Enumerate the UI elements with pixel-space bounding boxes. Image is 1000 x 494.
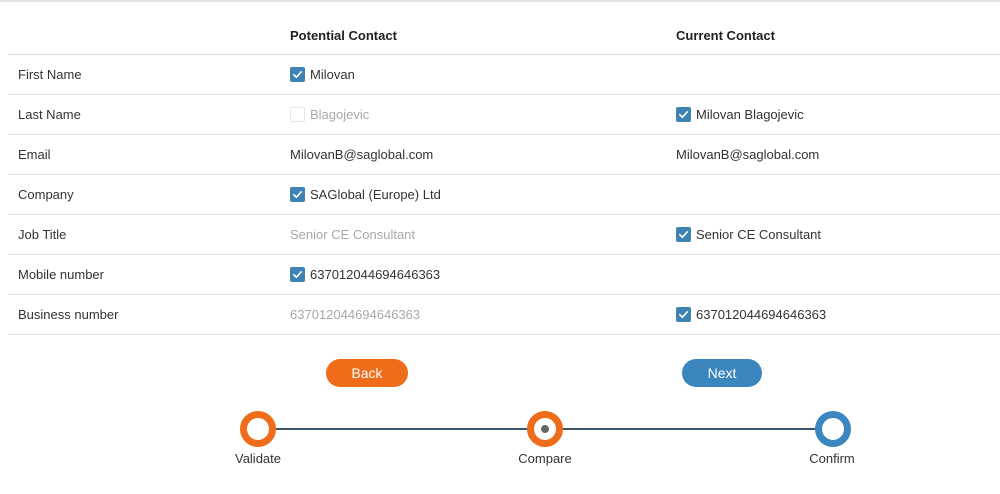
step-confirm-label: Confirm <box>809 451 855 466</box>
header-current-contact: Current Contact <box>676 27 775 43</box>
last-name-current-value: Milovan Blagojevic <box>696 107 804 122</box>
job-title-potential-value: Senior CE Consultant <box>290 227 416 242</box>
table-row: Business number 637012044694646363 6370120… <box>8 295 1000 335</box>
last-name-current: Milovan Blagojevic <box>676 95 804 134</box>
business-number-potential: 637012044694646363 <box>290 295 420 334</box>
checkbox-checked-icon[interactable] <box>676 107 691 122</box>
checkbox-checked-icon[interactable] <box>676 227 691 242</box>
checkbox-checked-icon[interactable] <box>290 67 305 82</box>
first-name-potential: Milovan <box>290 55 355 94</box>
step-validate-indicator <box>240 411 276 447</box>
table-row: Mobile number 637012044694646363 <box>8 255 1000 295</box>
first-name-label: First Name <box>18 67 82 82</box>
job-title-label: Job Title <box>18 227 67 242</box>
checkbox-checked-icon[interactable] <box>290 267 305 282</box>
first-name-potential-value: Milovan <box>310 67 355 82</box>
business-number-label: Business number <box>18 307 119 322</box>
last-name-potential: Blagojevic <box>290 95 369 134</box>
job-title-potential: Senior CE Consultant <box>290 215 415 254</box>
checkbox-unchecked-icon[interactable] <box>290 107 305 122</box>
last-name-label: Last Name <box>18 107 81 122</box>
mobile-number-potential-value: 637012044694646363 <box>310 267 441 282</box>
email-potential-value: MilovanB@saglobal.com <box>290 147 434 162</box>
company-potential: SAGlobal (Europe) Ltd <box>290 175 441 214</box>
next-button[interactable]: Next <box>682 359 762 387</box>
job-title-current: Senior CE Consultant <box>676 215 821 254</box>
company-potential-value: SAGlobal (Europe) Ltd <box>310 187 441 202</box>
business-number-current: 637012044694646363 <box>676 295 826 334</box>
current-step-dot <box>541 425 549 433</box>
business-number-potential-value: 637012044694646363 <box>290 307 421 322</box>
header-potential-contact: Potential Contact <box>290 27 397 43</box>
checkbox-checked-icon[interactable] <box>676 307 691 322</box>
business-number-current-value: 637012044694646363 <box>696 307 827 322</box>
table-header-row: Potential Contact Current Contact <box>8 16 1000 55</box>
table-row: Email MilovanB@saglobal.com MilovanB@saglo… <box>8 135 1000 175</box>
mobile-number-label: Mobile number <box>18 267 104 282</box>
table-row: First Name Milovan <box>8 55 1000 95</box>
contact-compare-table: Potential Contact Current Contact First … <box>8 16 1000 335</box>
last-name-potential-value: Blagojevic <box>310 107 370 122</box>
step-compare-label: Compare <box>518 451 572 466</box>
table-row: Job Title Senior CE Consultant Senior CE C… <box>8 215 1000 255</box>
checkbox-checked-icon[interactable] <box>290 187 305 202</box>
table-row: Last Name Blagojevic Milovan Blagojevic <box>8 95 1000 135</box>
company-label: Company <box>18 187 74 202</box>
step-validate-label: Validate <box>234 451 281 466</box>
email-current: MilovanB@saglobal.com <box>676 135 819 174</box>
email-current-value: MilovanB@saglobal.com <box>676 147 820 162</box>
top-divider <box>0 0 1000 2</box>
mobile-number-potential: 637012044694646363 <box>290 255 440 294</box>
email-label: Email <box>18 147 51 162</box>
table-row: Company SAGlobal (Europe) Ltd <box>8 175 1000 215</box>
step-confirm-indicator <box>815 411 851 447</box>
step-compare-indicator <box>527 411 563 447</box>
back-button[interactable]: Back <box>326 359 408 387</box>
job-title-current-value: Senior CE Consultant <box>696 227 822 242</box>
email-potential: MilovanB@saglobal.com <box>290 135 433 174</box>
